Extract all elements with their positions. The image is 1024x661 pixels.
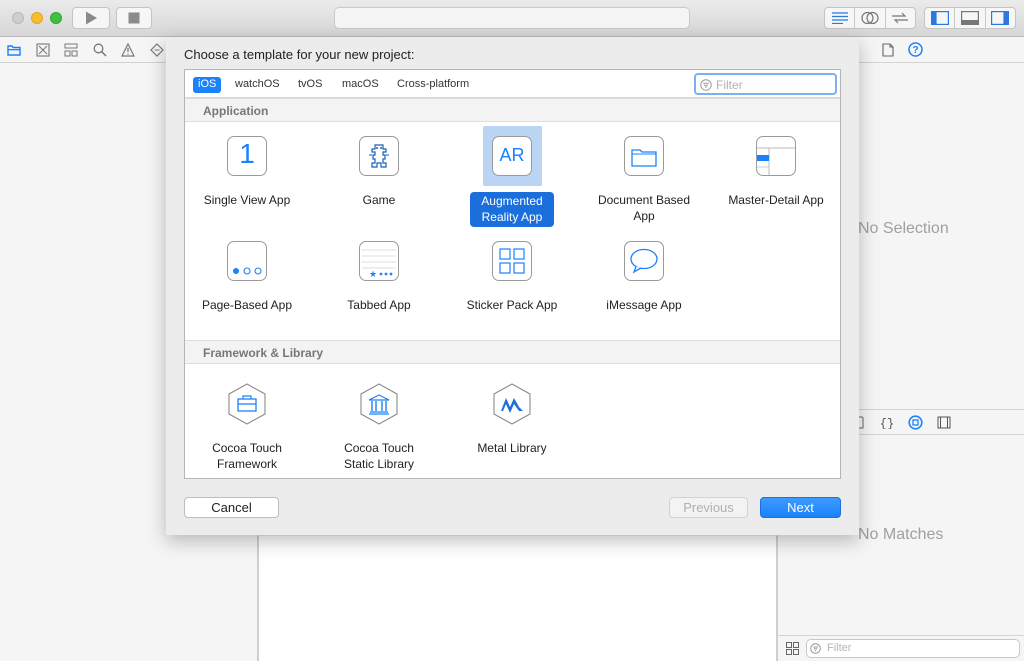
template-cocoa-touch-static-library[interactable]: Cocoa Touch Static Library bbox=[314, 374, 444, 474]
stop-icon bbox=[128, 12, 140, 24]
search-icon[interactable] bbox=[93, 43, 107, 57]
library-filter-input[interactable]: Filter bbox=[806, 639, 1020, 658]
source-control-icon[interactable] bbox=[36, 43, 50, 57]
braces-icon[interactable]: {} bbox=[880, 416, 894, 429]
single-view-icon: 1 bbox=[225, 134, 269, 178]
right-panel-icon bbox=[991, 11, 1010, 25]
template-panel: iOS watchOS tvOS macOS Cross-platform Fi… bbox=[184, 69, 841, 479]
venn-icon bbox=[861, 11, 879, 25]
template-filter-input[interactable]: Filter bbox=[694, 73, 837, 95]
section-header-application: Application bbox=[185, 98, 840, 122]
stop-button[interactable] bbox=[116, 7, 152, 29]
library-columns-icon bbox=[357, 382, 401, 426]
template-augmented-reality-app[interactable]: AR Augmented Reality App bbox=[447, 126, 577, 227]
toggle-utilities-button[interactable] bbox=[986, 8, 1015, 28]
bottom-panel-icon bbox=[960, 11, 979, 25]
metal-icon bbox=[490, 382, 534, 426]
left-panel-icon bbox=[930, 11, 949, 25]
library-filter-bar: Filter bbox=[778, 635, 1024, 661]
tab-macos[interactable]: macOS bbox=[337, 77, 384, 93]
page-dots-icon bbox=[225, 239, 269, 283]
new-project-sheet: Choose a template for your new project: … bbox=[166, 37, 859, 535]
play-icon bbox=[86, 11, 97, 25]
template-sticker-pack-app[interactable]: Sticker Pack App bbox=[447, 231, 577, 331]
sheet-title: Choose a template for your new project: bbox=[184, 47, 415, 62]
template-page-based-app[interactable]: Page-Based App bbox=[182, 231, 312, 331]
window-toolbar bbox=[0, 0, 1024, 37]
section-header-framework: Framework & Library bbox=[185, 340, 840, 364]
test-navigator-icon[interactable] bbox=[150, 43, 164, 57]
tab-bar-icon: ★ bbox=[357, 239, 401, 283]
folder-icon[interactable] bbox=[7, 43, 21, 57]
toggle-debug-area-button[interactable] bbox=[955, 8, 986, 28]
selected-template-label: Augmented Reality App bbox=[470, 192, 554, 227]
media-library-icon[interactable] bbox=[937, 416, 951, 429]
lines-icon bbox=[831, 12, 848, 24]
document-folder-icon bbox=[622, 134, 666, 178]
svg-text:★: ★ bbox=[369, 270, 377, 280]
toggle-navigator-button[interactable] bbox=[925, 8, 956, 28]
run-button[interactable] bbox=[72, 7, 110, 29]
symbol-navigator-icon[interactable] bbox=[64, 43, 78, 57]
no-selection-label: No Selection bbox=[858, 220, 949, 237]
arrows-icon bbox=[892, 12, 909, 24]
file-inspector-icon[interactable] bbox=[882, 43, 894, 57]
platform-tabs: iOS watchOS tvOS macOS Cross-platform Fi… bbox=[185, 70, 840, 98]
template-metal-library[interactable]: Metal Library bbox=[447, 374, 577, 474]
no-matches-label: No Matches bbox=[858, 526, 944, 543]
version-editor-button[interactable] bbox=[886, 8, 915, 28]
grid-view-icon[interactable] bbox=[786, 642, 799, 655]
game-sprite-icon bbox=[357, 134, 401, 178]
zoom-window-button[interactable] bbox=[50, 12, 62, 24]
template-tabbed-app[interactable]: ★ Tabbed App bbox=[314, 231, 444, 331]
message-bubble-icon bbox=[622, 239, 666, 283]
warning-icon[interactable] bbox=[121, 43, 135, 57]
editor-mode-control[interactable] bbox=[824, 7, 916, 29]
filter-icon bbox=[810, 643, 821, 654]
minimize-window-button[interactable] bbox=[31, 12, 43, 24]
template-cocoa-touch-framework[interactable]: Cocoa Touch Framework bbox=[182, 374, 312, 474]
filter-placeholder: Filter bbox=[716, 78, 743, 92]
framework-briefcase-icon bbox=[225, 382, 269, 426]
help-icon[interactable]: ? bbox=[908, 42, 923, 57]
tab-watchos[interactable]: watchOS bbox=[230, 77, 285, 93]
template-document-based-app[interactable]: Document Based App bbox=[579, 126, 709, 226]
standard-editor-button[interactable] bbox=[825, 8, 856, 28]
object-library-icon[interactable] bbox=[908, 415, 923, 430]
ar-icon: AR bbox=[490, 134, 534, 178]
cancel-button[interactable]: Cancel bbox=[184, 497, 279, 518]
svg-text:?: ? bbox=[912, 45, 918, 56]
filter-icon bbox=[700, 79, 712, 91]
view-panels-control[interactable] bbox=[924, 7, 1016, 29]
sticker-grid-icon bbox=[490, 239, 534, 283]
assistant-editor-button[interactable] bbox=[855, 8, 886, 28]
template-single-view-app[interactable]: 1 Single View App bbox=[182, 126, 312, 226]
editor-area bbox=[258, 536, 777, 661]
tab-cross-platform[interactable]: Cross-platform bbox=[392, 77, 474, 93]
template-game[interactable]: Game bbox=[314, 126, 444, 226]
tab-ios[interactable]: iOS bbox=[193, 77, 222, 93]
close-window-button[interactable] bbox=[12, 12, 24, 24]
master-detail-icon bbox=[754, 134, 798, 178]
previous-button[interactable]: Previous bbox=[669, 497, 748, 518]
template-master-detail-app[interactable]: Master-Detail App bbox=[711, 126, 841, 226]
svg-text:{}: {} bbox=[880, 417, 894, 429]
template-imessage-app[interactable]: iMessage App bbox=[579, 231, 709, 331]
activity-viewer bbox=[334, 7, 690, 29]
next-button[interactable]: Next bbox=[760, 497, 841, 518]
tab-tvos[interactable]: tvOS bbox=[293, 77, 327, 93]
